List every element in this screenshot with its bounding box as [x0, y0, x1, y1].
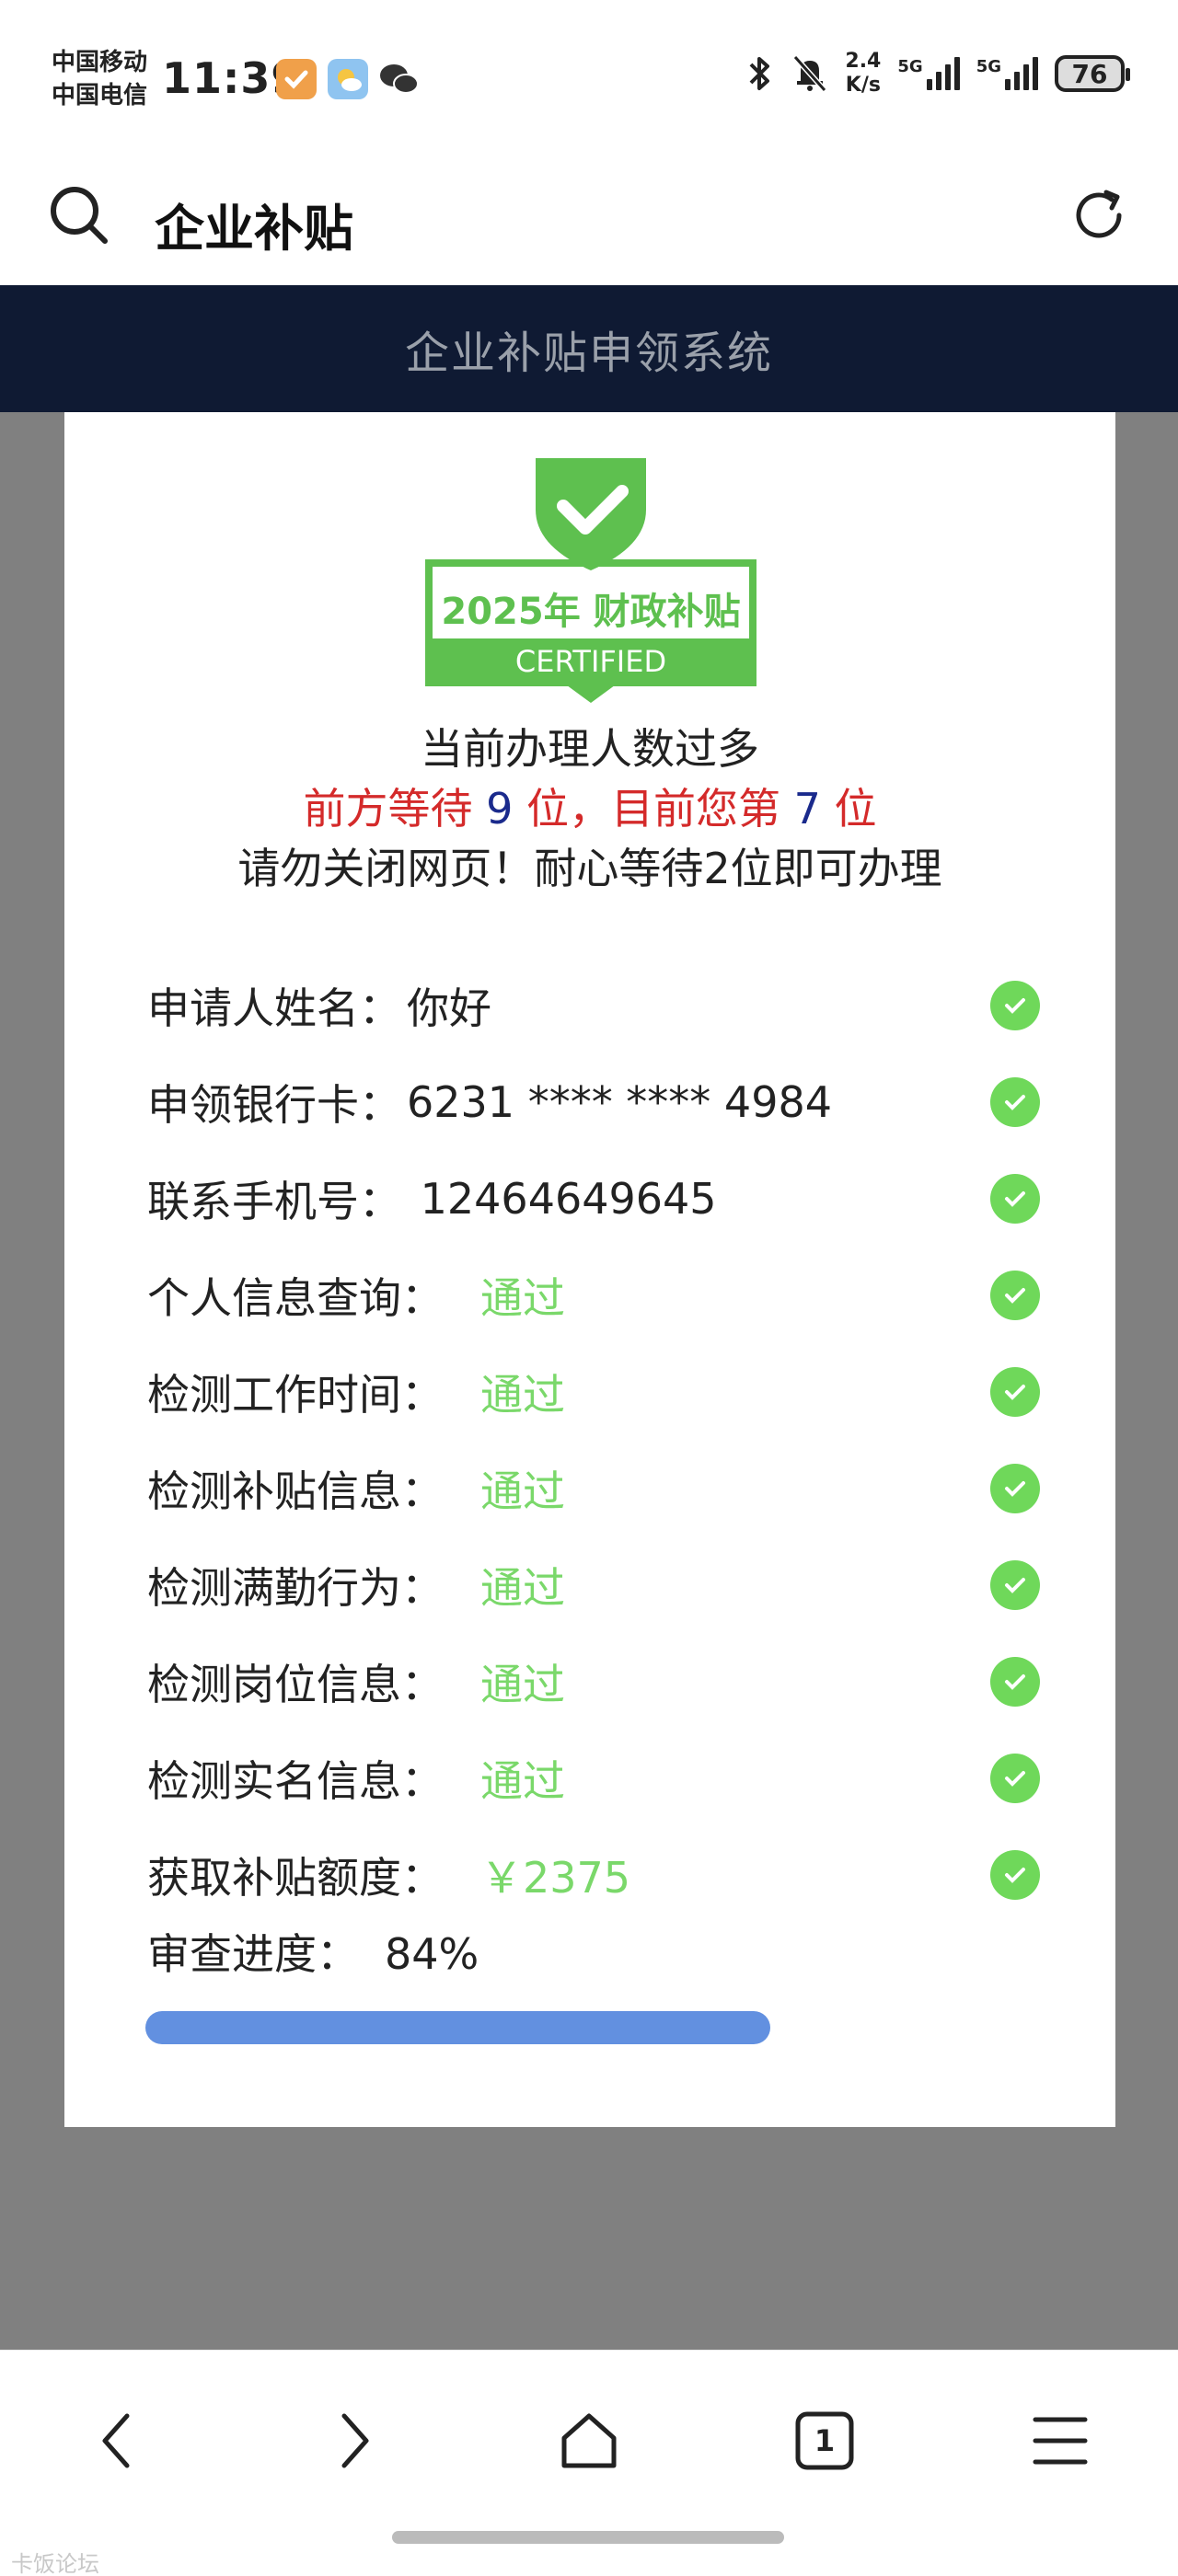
- home-indicator[interactable]: [392, 2531, 784, 2544]
- signal-1: 5G: [897, 57, 960, 90]
- row-value: 6231 **** **** 4984: [407, 1077, 832, 1127]
- tabs-button[interactable]: 1: [780, 2397, 869, 2485]
- row-label: 申领银行卡：: [147, 1080, 401, 1130]
- forward-button[interactable]: [309, 2397, 398, 2485]
- row-value: 通过: [480, 1563, 565, 1613]
- app-notification-icon: [276, 59, 317, 99]
- row-label: 检测补贴信息：: [147, 1466, 444, 1516]
- row-label: 获取补贴额度：: [147, 1853, 444, 1903]
- info-row-subsidy-info: 检测补贴信息： 通过: [147, 1456, 1040, 1521]
- mute-bell-icon: [793, 55, 827, 92]
- check-icon: [990, 1174, 1040, 1224]
- cert-year-text: 2025年 财政补贴: [441, 591, 741, 633]
- row-label: 检测满勤行为：: [147, 1563, 444, 1613]
- info-row-position-info: 检测岗位信息： 通过: [147, 1650, 1040, 1714]
- home-button[interactable]: [545, 2397, 633, 2485]
- search-icon[interactable]: [44, 180, 114, 250]
- check-icon: [990, 1271, 1040, 1320]
- status-indicators: 2.4 K/s 5G 5G 76: [744, 50, 1130, 98]
- review-progress-label: 审查进度： 84%: [147, 1929, 479, 1979]
- queue-notice: 当前办理人数过多: [421, 724, 759, 774]
- queue-position: 前方等待 9 位，目前您第 7 位: [303, 784, 877, 834]
- row-label: 个人信息查询：: [147, 1273, 444, 1323]
- signal-2: 5G: [976, 57, 1038, 90]
- check-icon: [990, 1077, 1040, 1127]
- home-icon: [561, 2413, 617, 2468]
- status-bar: 中国移动 中国电信 11:39 2.4 K/s 5G 5G 76: [0, 0, 1178, 147]
- check-icon: [990, 1560, 1040, 1610]
- cert-certified-text: CERTIFIED: [514, 644, 667, 679]
- network-speed: 2.4 K/s: [845, 50, 882, 97]
- review-progress-percent: 84%: [385, 1929, 479, 1979]
- row-value: 通过: [480, 1370, 565, 1420]
- certified-badge: 2025年 财政补贴 CERTIFIED: [425, 454, 756, 705]
- row-value: 通过: [480, 1273, 565, 1323]
- menu-button[interactable]: [1016, 2397, 1104, 2485]
- row-value: 通过: [480, 1466, 565, 1516]
- system-title: 企业补贴申领系统: [404, 328, 773, 379]
- info-row-real-name: 检测实名信息： 通过: [147, 1746, 1040, 1811]
- watermark: 卡饭论坛: [11, 2551, 99, 2576]
- check-icon: [990, 1464, 1040, 1513]
- info-row-attendance: 检测满勤行为： 通过: [147, 1553, 1040, 1617]
- check-icon: [990, 1657, 1040, 1707]
- row-label: 申请人姓名：: [147, 983, 401, 1033]
- check-icon: [990, 1754, 1040, 1803]
- carrier-2: 中国电信: [52, 82, 148, 109]
- info-row-subsidy-amount: 获取补贴额度： ￥2375: [147, 1843, 1040, 1907]
- forward-icon: [341, 2413, 369, 2468]
- carrier-info: 中国移动 中国电信: [52, 46, 147, 112]
- row-label: 联系手机号：: [147, 1177, 401, 1226]
- back-button[interactable]: [74, 2397, 162, 2485]
- info-row-applicant-name: 申请人姓名： 你好: [147, 973, 1040, 1038]
- row-label: 检测岗位信息：: [147, 1660, 444, 1709]
- row-value: ￥2375: [480, 1853, 631, 1903]
- browser-header: 企业补贴: [0, 147, 1178, 285]
- queue-current-position: 7: [793, 784, 821, 834]
- review-progress-fill: [145, 2011, 770, 2044]
- info-row-work-time: 检测工作时间： 通过: [147, 1360, 1040, 1424]
- battery-indicator: 76: [1055, 55, 1130, 92]
- menu-icon: [1033, 2417, 1088, 2465]
- review-progress-bar: [145, 2011, 889, 2044]
- carrier-1: 中国移动: [52, 49, 148, 76]
- system-banner: 企业补贴申领系统: [0, 285, 1178, 412]
- bluetooth-icon: [749, 57, 770, 90]
- queue-instruction: 请勿关闭网页！耐心等待2位即可办理: [237, 844, 942, 893]
- page-title[interactable]: 企业补贴: [155, 188, 353, 260]
- check-icon: [990, 981, 1040, 1030]
- info-row-personal-info: 个人信息查询： 通过: [147, 1263, 1040, 1328]
- info-row-bank-card: 申领银行卡： 6231 **** **** 4984: [147, 1070, 1040, 1134]
- queue-ahead-count: 9: [486, 784, 514, 834]
- info-row-phone: 联系手机号： 12464649645: [147, 1167, 1040, 1231]
- refresh-icon[interactable]: [1064, 180, 1134, 250]
- row-value: 通过: [480, 1660, 565, 1709]
- row-label: 检测工作时间：: [147, 1370, 444, 1420]
- tab-count: 1: [814, 2423, 836, 2458]
- weather-icon: [328, 59, 368, 99]
- row-value: 12464649645: [407, 1174, 717, 1224]
- check-icon: [990, 1850, 1040, 1900]
- back-icon: [102, 2413, 130, 2468]
- row-value: 通过: [480, 1756, 565, 1806]
- subsidy-card: 2025年 财政补贴 CERTIFIED 当前办理人数过多 前方等待 9 位，目…: [64, 412, 1115, 2127]
- row-label: 检测实名信息：: [147, 1756, 444, 1806]
- wechat-icon: [377, 59, 419, 99]
- browser-bottom-nav: 1 卡饭论坛: [0, 2350, 1178, 2576]
- check-icon: [990, 1367, 1040, 1417]
- row-value: 你好: [407, 983, 491, 1033]
